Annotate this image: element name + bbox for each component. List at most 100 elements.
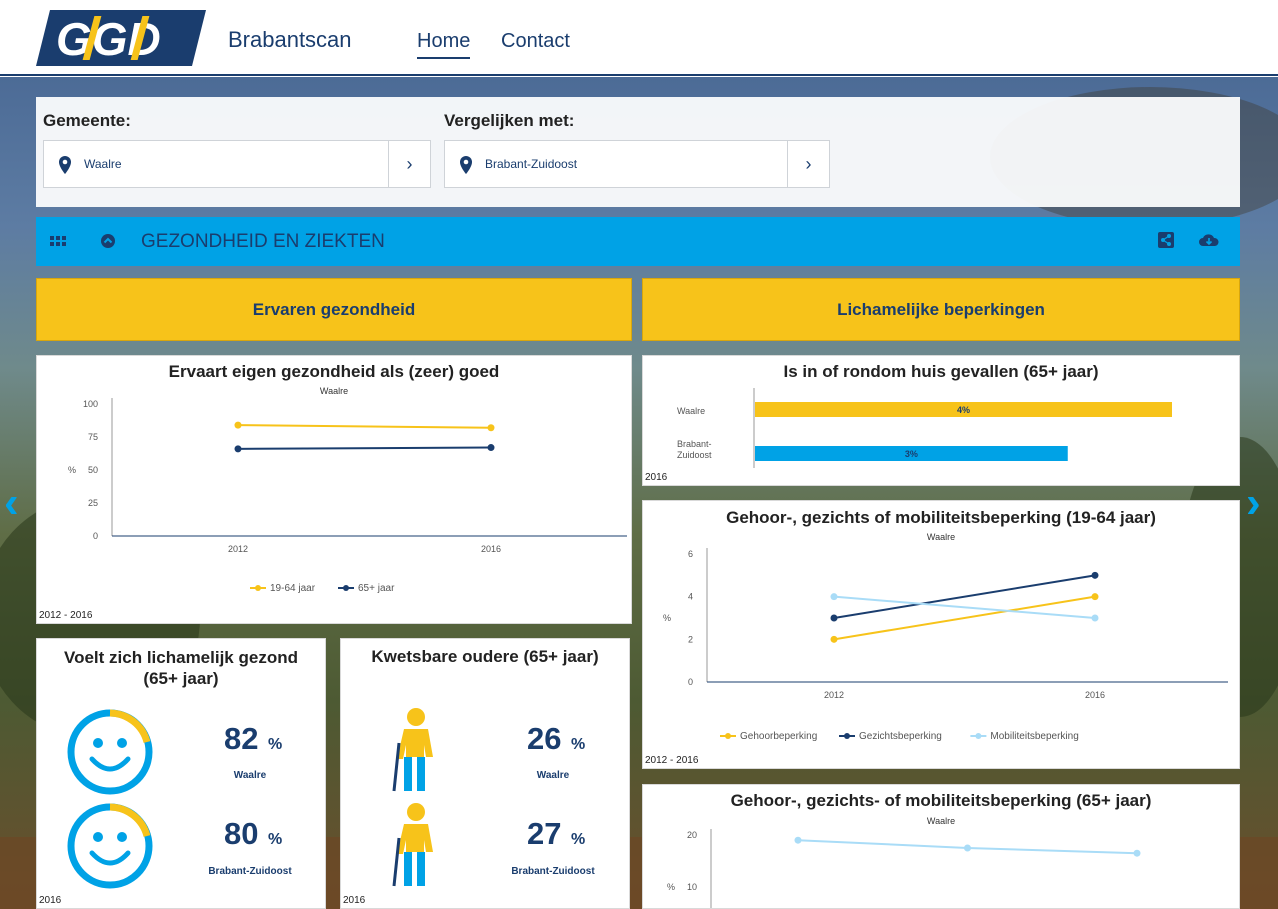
chart-period: 2012 - 2016 <box>39 610 93 621</box>
series-line <box>833 595 1096 619</box>
data-point <box>830 635 838 643</box>
y-tick-label: 4 <box>688 592 693 602</box>
series-line <box>833 595 1096 641</box>
legend-label: Mobiliteitsbeperking <box>990 731 1078 742</box>
ggd-logo[interactable]: GGD <box>36 10 206 66</box>
smiley-icon <box>67 803 153 889</box>
vergelijken-value: Brabant-Zuidoost <box>485 157 578 171</box>
kpi-value: 82 <box>224 721 259 756</box>
card-gevallen: Is in of rondom huis gevallen (65+ jaar)… <box>642 355 1240 486</box>
location-pin-icon <box>59 156 71 174</box>
data-point <box>964 844 971 852</box>
carousel-prev-icon[interactable]: ‹ <box>4 478 19 528</box>
y-tick-label: 6 <box>688 549 693 559</box>
card-kwetsbare-oudere: Kwetsbare oudere (65+ jaar) 26 % Waalre … <box>340 638 630 909</box>
chart-period: 2012 - 2016 <box>645 755 699 766</box>
y-axis-label: % <box>663 613 671 623</box>
kpi-unit: % <box>268 831 283 848</box>
kpi-label: Waalre <box>233 770 267 781</box>
brand-name[interactable]: Brabantscan <box>228 27 352 53</box>
vergelijken-select[interactable]: Brabant-Zuidoost › <box>444 140 830 188</box>
data-point <box>1091 571 1099 579</box>
line-chart-ervaart: 0 25 50 75 100% 2012 2016 19-64 jaar 65+ jaar <box>68 398 627 594</box>
legend-label: 65+ jaar <box>358 583 395 594</box>
data-point <box>487 424 495 432</box>
legend-marker <box>255 585 261 591</box>
data-point <box>1133 849 1141 857</box>
kpi-unit: % <box>571 831 586 848</box>
category-label: Waalre <box>677 406 705 416</box>
chart-period: 2016 <box>645 472 668 483</box>
elderly-person-icon <box>392 708 433 792</box>
y-tick-label: 0 <box>688 677 693 687</box>
kpi-unit: % <box>571 736 586 753</box>
series-line <box>833 574 1096 619</box>
bar-chart-gevallen: 4% Waalre 3% Brabant-Zuidoost <box>677 388 1172 468</box>
y-tick-label: 75 <box>88 432 98 442</box>
series-line <box>237 446 492 450</box>
kpi-value: 26 <box>527 721 562 756</box>
legend-marker <box>343 585 349 591</box>
line-chart-beperking-65plus: 10 20% <box>667 829 1141 908</box>
y-tick-label: 100 <box>83 399 98 409</box>
top-navbar: GGD Brabantscan Home Contact <box>0 0 1278 76</box>
section-lichamelijke-beperkingen[interactable]: Lichamelijke beperkingen <box>642 278 1240 341</box>
kpi-label: Waalre <box>536 770 570 781</box>
chart-title: Ervaart eigen gezondheid als (zeer) goed <box>168 362 500 381</box>
section-ervaren-gezondheid[interactable]: Ervaren gezondheid <box>36 278 632 341</box>
share-icon[interactable] <box>1158 232 1174 248</box>
bar-value-label: 3% <box>905 449 918 459</box>
y-tick-label: 10 <box>687 882 697 892</box>
kpi-label: Brabant-Zuidoost <box>511 866 595 877</box>
chart-title: Is in of rondom huis gevallen (65+ jaar) <box>783 362 1099 381</box>
category-label: Zuidoost <box>677 450 712 460</box>
category-label: Brabant- <box>677 439 712 449</box>
card-beperking-19-64: Gehoor-, gezichts of mobiliteitsbeperkin… <box>642 500 1240 769</box>
nav-home-link[interactable]: Home <box>417 30 471 59</box>
data-point <box>830 593 838 601</box>
kpi-label: Brabant-Zuidoost <box>208 866 292 877</box>
data-point <box>487 444 495 452</box>
chart-title: Gehoor-, gezichts- of mobiliteitsbeperki… <box>730 791 1152 810</box>
y-tick-label: 20 <box>687 830 697 840</box>
y-axis-label: % <box>68 465 76 475</box>
theme-bar: GEZONDHEID EN ZIEKTEN <box>36 217 1240 266</box>
x-tick-label: 2016 <box>1085 690 1105 700</box>
data-point <box>830 614 838 622</box>
cloud-download-icon[interactable] <box>1199 232 1219 248</box>
legend-label: 19-64 jaar <box>270 583 316 594</box>
chart-period: 2016 <box>39 895 62 906</box>
collapse-up-icon[interactable] <box>100 233 116 249</box>
location-pin-icon <box>460 156 472 174</box>
series-line <box>237 424 492 429</box>
kpi-value: 80 <box>224 816 259 851</box>
y-tick-label: 2 <box>688 634 693 644</box>
chart-period: 2016 <box>343 895 366 906</box>
legend-marker <box>725 733 731 739</box>
kpi-unit: % <box>268 736 283 753</box>
theme-title: GEZONDHEID EN ZIEKTEN <box>141 231 385 252</box>
gemeente-select[interactable]: Waalre › <box>43 140 431 188</box>
y-tick-label: 50 <box>88 465 98 475</box>
chart-title: Voelt zich lichamelijk gezond (65+ jaar) <box>64 648 298 688</box>
data-point <box>234 421 242 429</box>
grid-menu-icon[interactable] <box>50 233 66 249</box>
data-point <box>234 445 242 453</box>
chart-title: Kwetsbare oudere (65+ jaar) <box>371 647 599 666</box>
chevron-right-icon[interactable]: › <box>388 141 430 187</box>
kpi-value: 27 <box>527 816 562 851</box>
gemeente-value: Waalre <box>84 157 122 171</box>
legend-marker <box>975 733 982 739</box>
nav-contact-link[interactable]: Contact <box>501 30 570 53</box>
chart-title: Gehoor-, gezichts of mobiliteitsbeperkin… <box>726 508 1156 527</box>
x-tick-label: 2016 <box>481 544 501 554</box>
y-tick-label: 25 <box>88 498 98 508</box>
line-chart-beperking-19-64: 0 2 4 6% 2012 2016 Gehoorbeperking Gezichtsbepe… <box>663 548 1228 742</box>
carousel-next-icon[interactable]: › <box>1246 478 1261 528</box>
x-tick-label: 2012 <box>228 544 248 554</box>
data-point <box>794 836 802 844</box>
vergelijken-label: Vergelijken met: <box>444 111 575 130</box>
data-point <box>1091 593 1099 601</box>
y-tick-label: 0 <box>93 531 98 541</box>
chevron-right-icon[interactable]: › <box>787 141 829 187</box>
